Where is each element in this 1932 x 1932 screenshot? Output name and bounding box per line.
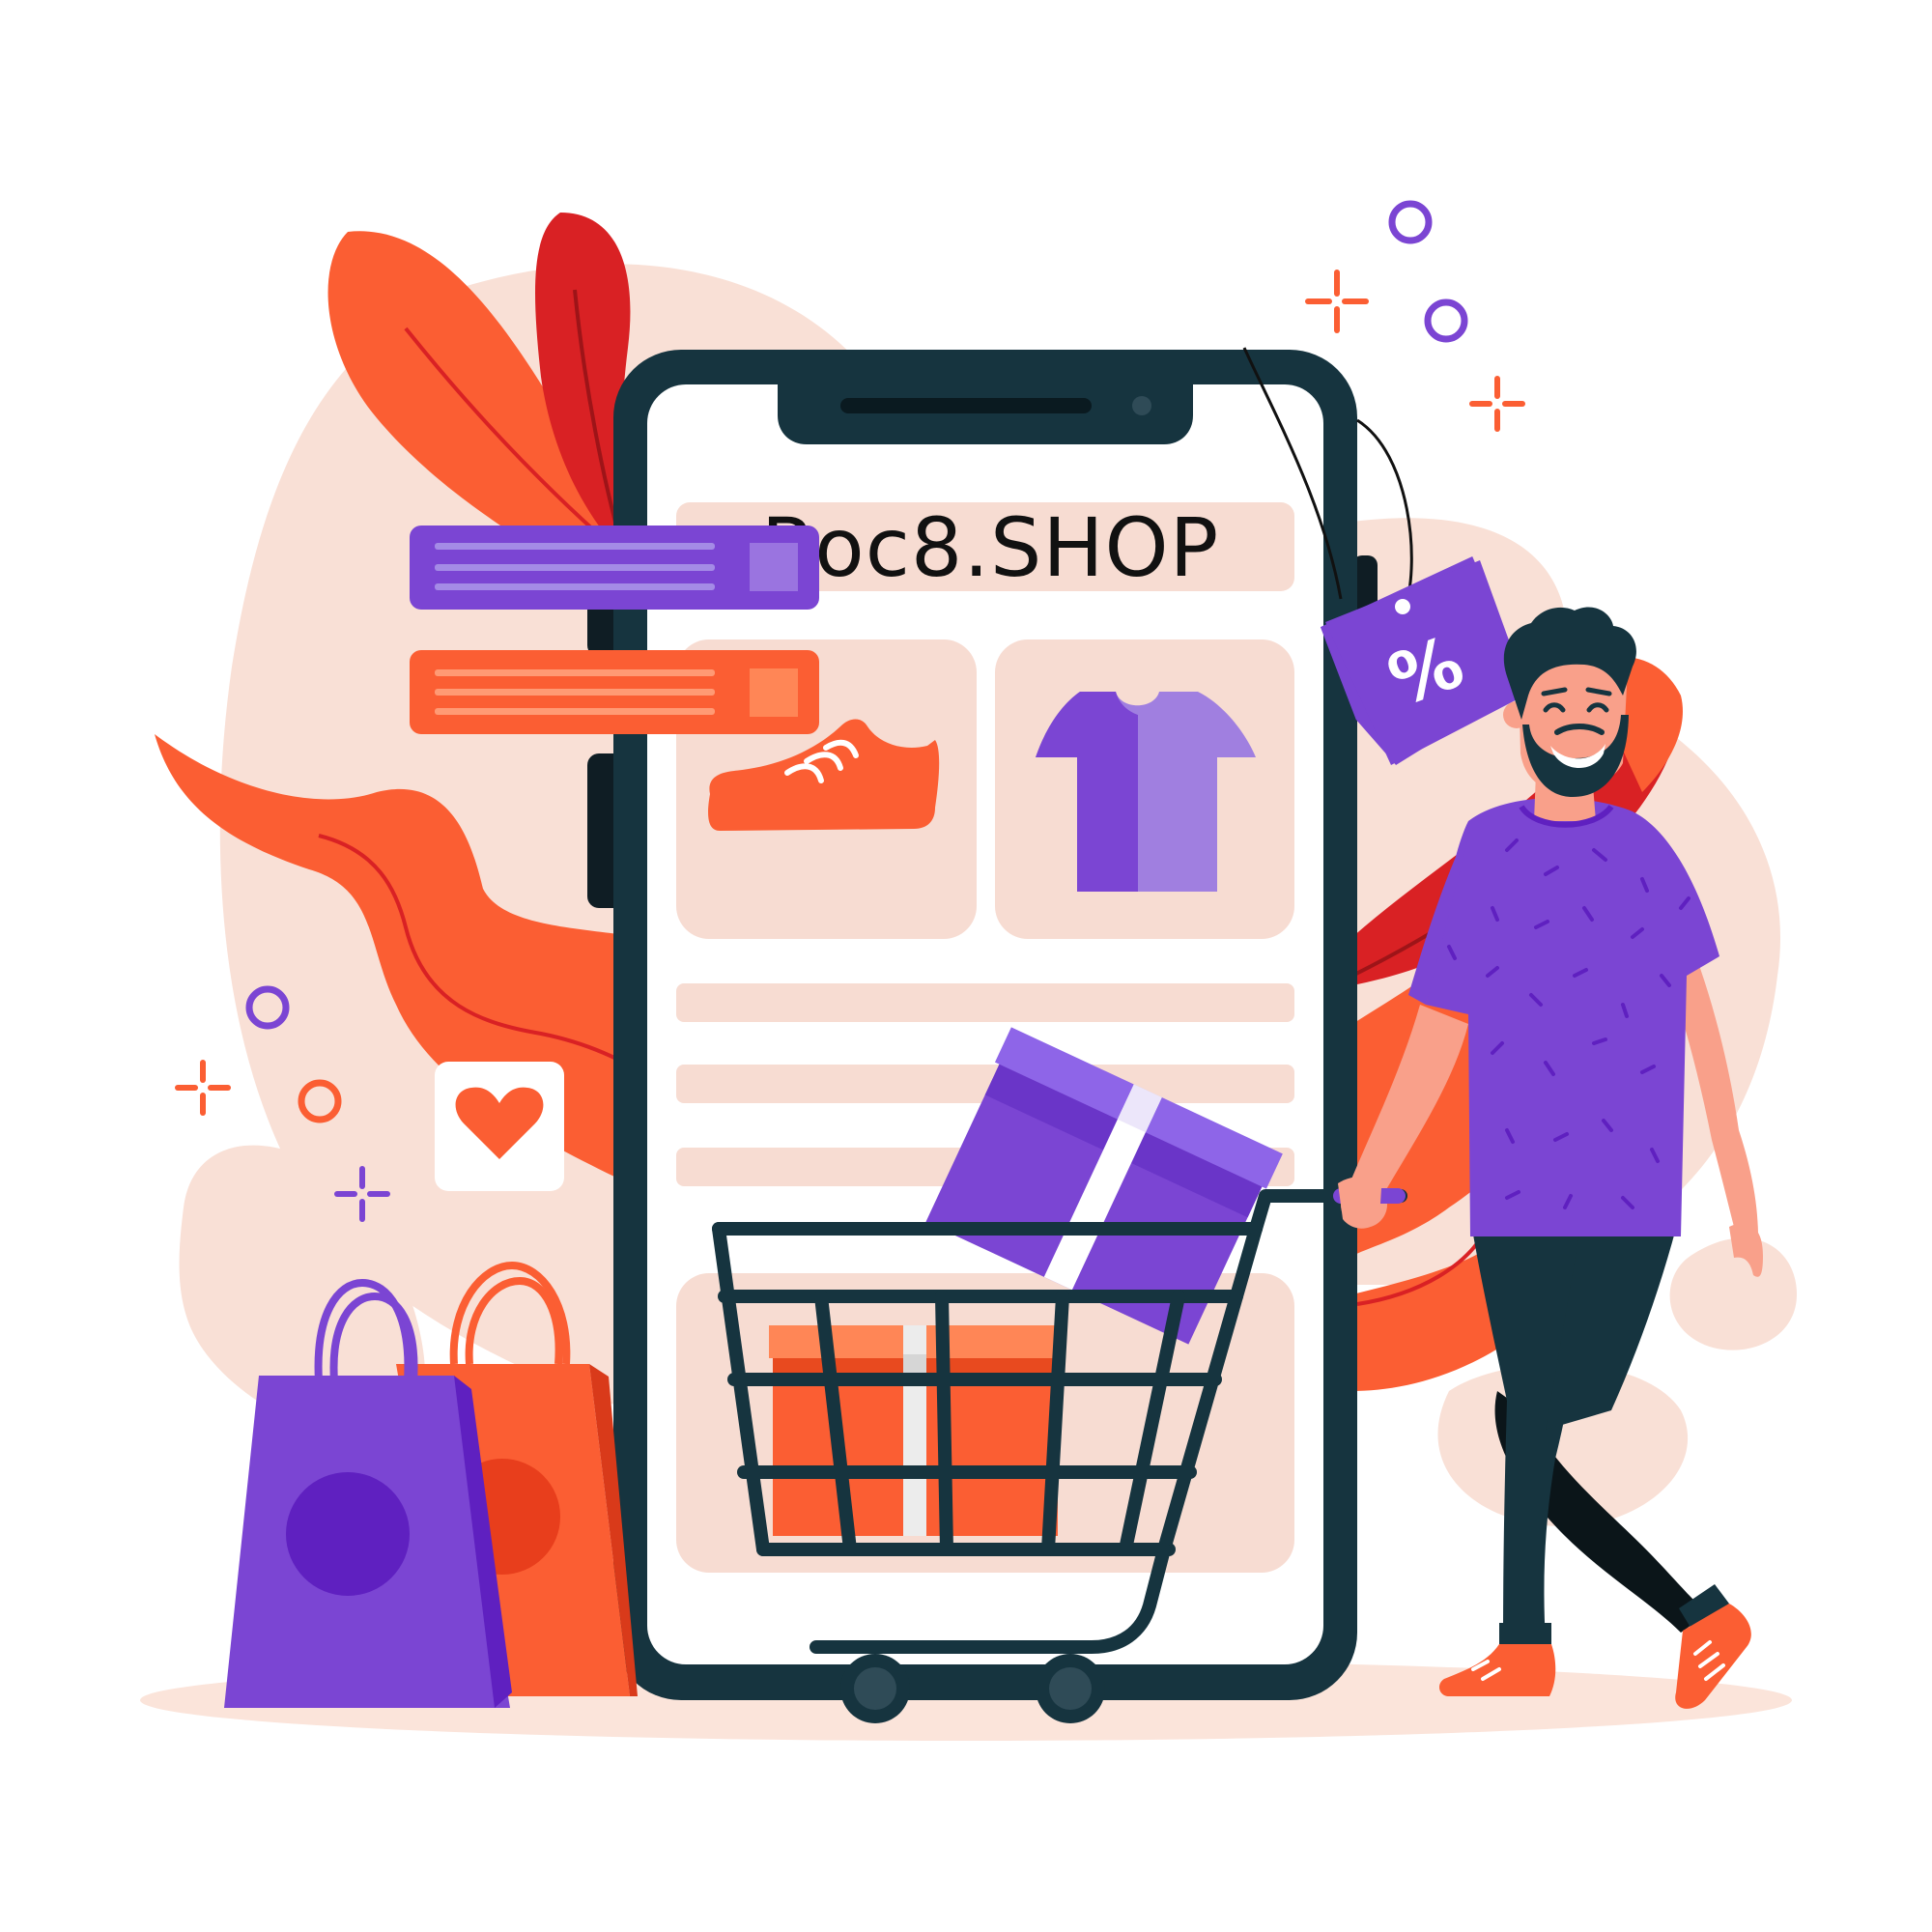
man-hand xyxy=(1338,1177,1381,1229)
heart-icon xyxy=(435,1062,564,1191)
notification-bar-purple xyxy=(410,526,819,610)
sparkle-icon xyxy=(175,1060,231,1116)
gift-box-icon xyxy=(769,1325,1062,1536)
phone-speaker xyxy=(840,398,1092,413)
checkbox-icon xyxy=(750,543,798,591)
sparkle-icon xyxy=(1469,376,1525,432)
ring-decoration xyxy=(1424,298,1468,343)
checkbox-icon xyxy=(750,668,798,717)
phone-notch xyxy=(778,384,1193,444)
shop-title: Roc8.SHOP xyxy=(761,500,1220,595)
text-placeholder-bar xyxy=(676,983,1294,1022)
phone-camera xyxy=(1132,396,1151,415)
notification-bar-orange xyxy=(410,650,819,734)
sparkle-icon xyxy=(1305,270,1369,333)
ring-decoration xyxy=(1388,200,1433,244)
shopping-illustration: Roc8.SHOP % xyxy=(140,200,1797,1741)
